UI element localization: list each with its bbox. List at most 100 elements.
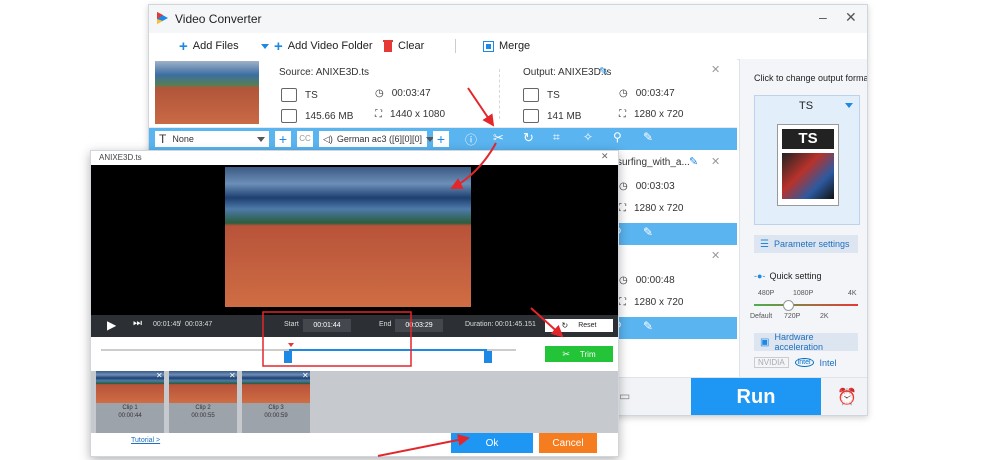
change-format-label: Click to change output format:: [754, 73, 868, 83]
subtitle-edit-icon[interactable]: ✎: [643, 225, 653, 239]
add-video-folder-button[interactable]: + Add Video Folder: [261, 33, 373, 59]
folder-icon: [523, 109, 539, 123]
format-icon-artwork: [782, 153, 834, 199]
output-duration: 00:00:48: [635, 275, 675, 286]
minimize-button[interactable]: –: [819, 9, 827, 25]
hardware-acceleration-label: Hardware acceleration: [774, 332, 823, 352]
remove-file-icon[interactable]: ✕: [711, 63, 720, 76]
info-icon[interactable]: ⓘ: [465, 131, 477, 148]
subtitle-edit-icon[interactable]: ✎: [643, 130, 653, 144]
duration-value: 00:01:45.151: [495, 321, 536, 328]
source-size: 145.66 MB: [305, 110, 354, 122]
audio-track-value: German ac3 ([6][0][0]: [336, 134, 422, 144]
chevron-down-icon: [845, 103, 853, 108]
clip-label: Clip 2: [195, 405, 211, 411]
cancel-button[interactable]: Cancel: [539, 433, 597, 453]
plus-icon: +: [274, 37, 283, 55]
output-name: surfing_with_a...: [617, 157, 690, 168]
remove-file-icon[interactable]: ✕: [711, 249, 720, 262]
add-subtitle-button[interactable]: +: [275, 131, 291, 147]
start-time-input[interactable]: 00:01:44: [303, 319, 351, 332]
close-icon[interactable]: ✕: [229, 371, 236, 380]
text-icon: T: [159, 132, 167, 146]
video-thumbnail[interactable]: [155, 61, 259, 124]
close-button[interactable]: ✕: [845, 9, 857, 26]
file-row[interactable]: Source: ANIXE3D.ts TS ◷ 00:03:47 145.66 M…: [149, 59, 737, 128]
slider-thumb[interactable]: [783, 300, 795, 311]
clip-label: Clip 1: [122, 405, 138, 411]
end-time-input[interactable]: 00:03:29: [395, 319, 443, 332]
merge-icon: [483, 40, 494, 52]
clock-icon: ◷: [619, 181, 628, 192]
clock-icon: ◷: [619, 275, 628, 286]
remove-file-icon[interactable]: ✕: [711, 155, 720, 168]
scissors-icon[interactable]: ✂: [493, 130, 504, 146]
end-label: End: [379, 321, 392, 328]
clip-thumbnail: [96, 371, 164, 403]
reset-button[interactable]: ↻ Reset: [545, 319, 613, 332]
scale-label: 4K: [848, 290, 857, 297]
output-folder-icon[interactable]: ▭: [619, 389, 630, 403]
merge-button[interactable]: Merge: [483, 33, 530, 59]
clip-duration: 00:00:59: [264, 413, 288, 419]
quick-setting-header: -●- Quick setting: [754, 271, 821, 281]
clip-item[interactable]: ✕ Clip 3 00:00:59: [242, 371, 310, 433]
divider: [499, 69, 500, 119]
nvidia-badge[interactable]: NVIDIA: [754, 357, 789, 368]
clip-item[interactable]: ✕ Clip 2 00:00:55: [169, 371, 237, 433]
subtitle-edit-icon[interactable]: ✎: [643, 319, 653, 333]
rotate-icon[interactable]: ↻: [523, 130, 534, 146]
next-frame-icon[interactable]: ⏭: [133, 318, 142, 329]
run-button[interactable]: Run: [691, 378, 821, 415]
output-format: TS: [547, 89, 560, 101]
close-icon[interactable]: ✕: [156, 371, 163, 380]
alarm-clock-icon[interactable]: ⏰: [837, 387, 857, 407]
reset-icon: ↻: [561, 321, 569, 330]
parameter-settings-button[interactable]: ☰ Parameter settings: [754, 235, 858, 253]
video-preview[interactable]: [91, 165, 618, 315]
video-format-icon: [523, 88, 539, 102]
play-icon[interactable]: ▶: [107, 318, 116, 332]
clear-button[interactable]: Clear: [383, 33, 424, 59]
audio-track-select[interactable]: ◁) German ac3 ([6][0][0]: [319, 131, 434, 147]
trim-dialog: ANIXE3D.ts ✕ ▶ ⏭ 00:01:45 / 00:03:47 Sta…: [90, 150, 619, 457]
output-size: 141 MB: [547, 110, 582, 122]
clip-label: Clip 3: [268, 405, 284, 411]
intel-label[interactable]: Intel: [820, 358, 837, 368]
add-files-label: Add Files: [192, 40, 239, 52]
tutorial-link[interactable]: Tutorial >: [131, 437, 160, 444]
subtitle-value: None: [172, 134, 194, 144]
edit-pencil-icon[interactable]: ✎: [689, 155, 698, 168]
ts-format-icon: TS: [777, 124, 839, 206]
watermark-icon[interactable]: ⚲: [613, 130, 622, 144]
hardware-acceleration-button[interactable]: ▣ Hardware acceleration: [754, 332, 858, 352]
playhead-marker[interactable]: [288, 343, 294, 347]
add-audio-button[interactable]: +: [433, 131, 449, 147]
close-icon[interactable]: ✕: [601, 151, 609, 162]
crop-icon[interactable]: ⌗: [553, 130, 560, 145]
player-controls: ▶ ⏭ 00:01:45 / 00:03:47 Start 00:01:44 E…: [91, 315, 618, 337]
scale-label: 480P: [758, 290, 775, 297]
clip-thumbnail: [169, 371, 237, 403]
close-icon[interactable]: ✕: [302, 371, 309, 380]
edit-pencil-icon[interactable]: ✎: [599, 65, 608, 78]
scale-label: 2K: [820, 313, 829, 320]
clips-area: ✕ Clip 1 00:00:44 ✕ Clip 2 00:00:55 ✕ Cl…: [91, 371, 618, 433]
merge-label: Merge: [499, 40, 531, 52]
effects-icon[interactable]: ✧: [583, 130, 593, 144]
add-files-button[interactable]: + Add Files: [179, 33, 239, 59]
trim-start-handle[interactable]: [284, 351, 292, 363]
cc-icon[interactable]: CC: [297, 131, 313, 147]
scissors-icon: ✂: [562, 348, 570, 359]
app-title: Video Converter: [175, 12, 262, 26]
trim-end-handle[interactable]: [484, 351, 492, 363]
format-name: TS: [799, 100, 814, 112]
scale-label: Default: [750, 313, 773, 320]
quick-setting-slider[interactable]: [754, 304, 858, 306]
format-selector[interactable]: TS TS: [754, 95, 860, 225]
clip-duration: 00:00:55: [191, 413, 215, 419]
clip-item[interactable]: ✕ Clip 1 00:00:44: [96, 371, 164, 433]
ok-button[interactable]: Ok: [451, 433, 533, 453]
trim-button[interactable]: ✂ Trim: [545, 346, 613, 362]
subtitle-select[interactable]: T None: [155, 131, 269, 147]
